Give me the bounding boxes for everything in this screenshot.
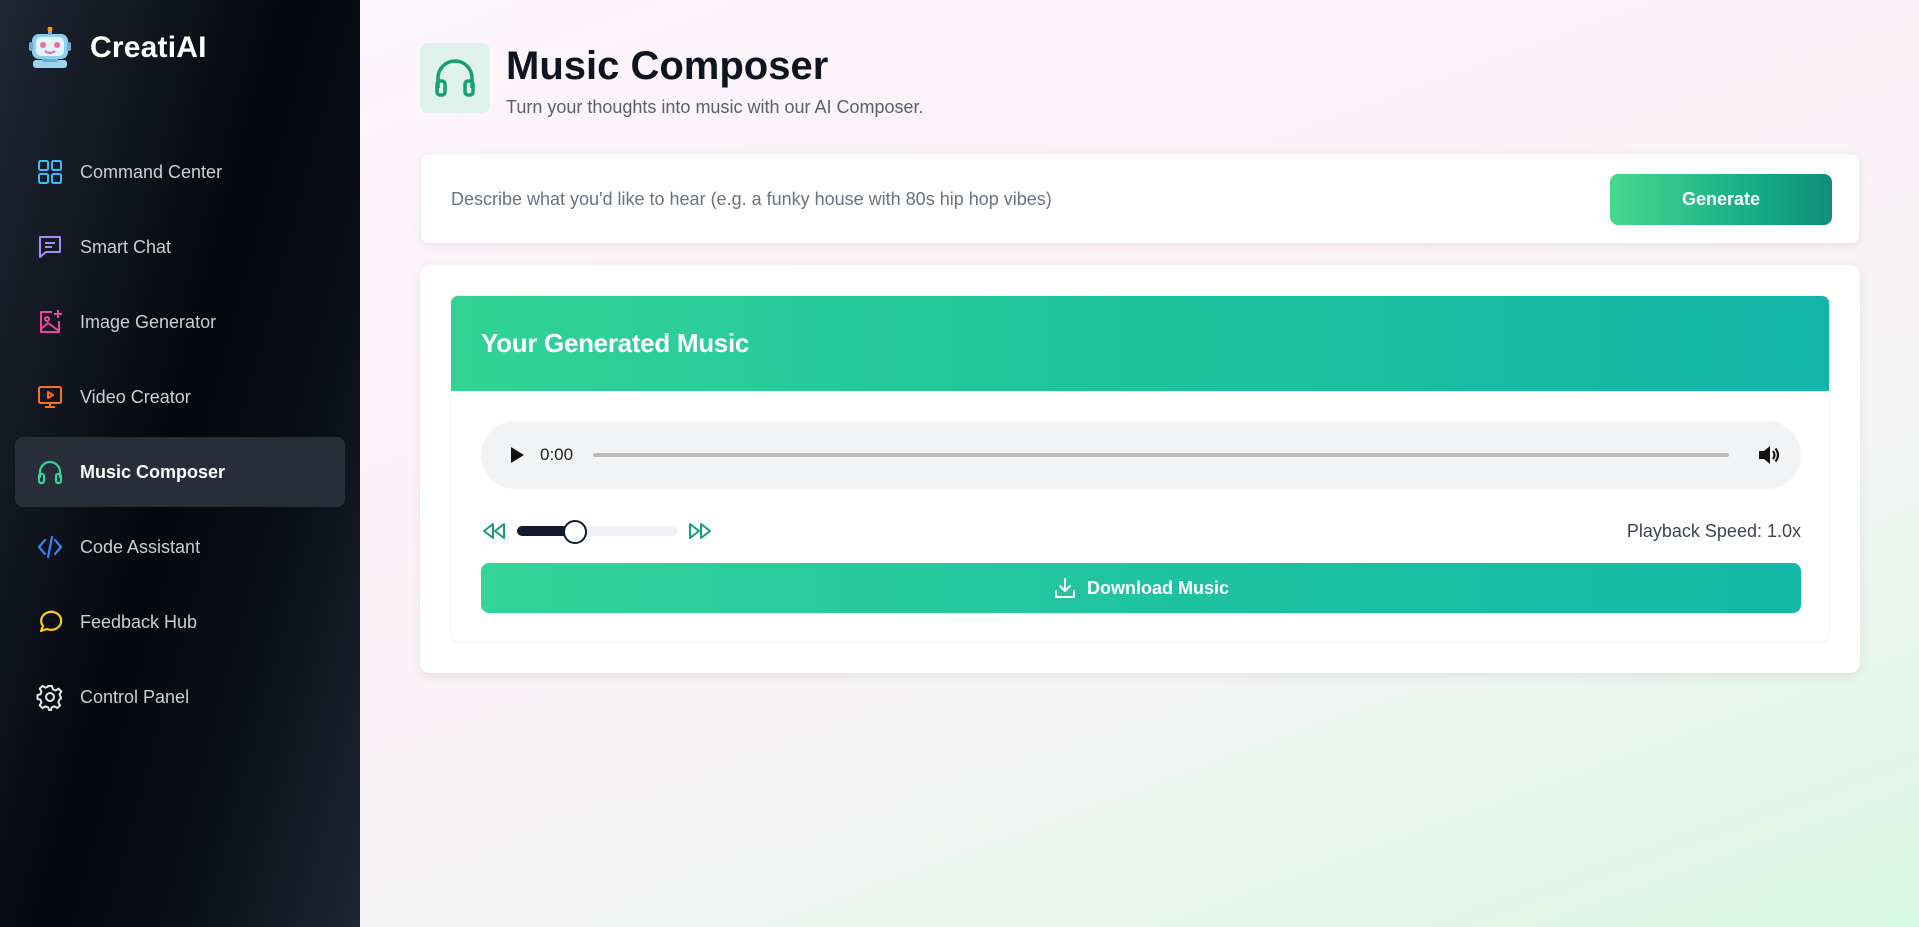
sidebar-item-control-panel[interactable]: Control Panel [15,662,345,732]
playback-controls: Playback Speed: 1.0x [481,516,1801,546]
brand[interactable]: CreatiAI [29,27,207,69]
page-subtitle: Turn your thoughts into music with our A… [506,97,924,117]
current-time: 0:00 [540,445,574,464]
sidebar-nav: Command Center Smart Chat Image Generato… [15,137,345,737]
sidebar-item-feedback-hub[interactable]: Feedback Hub [15,587,345,657]
sidebar-item-label: Image Generator [80,311,217,332]
play-icon[interactable] [503,442,529,468]
download-music-button[interactable]: Download Music [481,563,1801,613]
sidebar-item-video-creator[interactable]: Video Creator [15,362,345,432]
page-header: Music Composer Turn your thoughts into m… [420,43,924,118]
image-plus-icon [35,307,65,337]
rewind-icon[interactable] [481,519,507,543]
speech-bubble-icon [35,607,65,637]
download-icon [1054,578,1075,598]
result-panel: Your Generated Music 0:00 Playback Speed… [450,295,1830,643]
code-icon [35,532,65,562]
sidebar-item-command-center[interactable]: Command Center [15,137,345,207]
sidebar-item-label: Music Composer [80,461,226,482]
volume-icon[interactable] [1755,441,1783,469]
headphones-icon [420,43,490,113]
prompt-input[interactable] [451,180,1601,218]
page-title: Music Composer [506,44,829,88]
audio-progress-bar[interactable] [593,453,1729,457]
video-icon [35,382,65,412]
chat-icon [35,232,65,262]
sidebar-item-label: Control Panel [80,686,190,707]
result-header: Your Generated Music [451,296,1829,391]
generate-button[interactable]: Generate [1610,174,1832,225]
fast-forward-icon[interactable] [687,519,713,543]
sidebar-item-code-assistant[interactable]: Code Assistant [15,512,345,582]
result-title: Your Generated Music [481,328,750,358]
grid-icon [35,157,65,187]
gear-icon [35,682,65,712]
playback-speed-label: Playback Speed: 1.0x [1626,521,1801,541]
sidebar-item-label: Video Creator [80,386,191,407]
speed-slider-thumb[interactable] [562,520,587,544]
sidebar-item-image-generator[interactable]: Image Generator [15,287,345,357]
audio-player: 0:00 [481,421,1801,489]
result-card: Your Generated Music 0:00 Playback Speed… [420,265,1860,673]
robot-icon [29,27,71,68]
headphones-icon [35,457,65,487]
download-label: Download Music [1086,577,1229,598]
sidebar-item-music-composer[interactable]: Music Composer [15,437,345,507]
sidebar-item-label: Code Assistant [80,536,201,557]
sidebar: CreatiAI Command Center Smart Chat Image… [0,0,360,927]
sidebar-item-label: Feedback Hub [80,611,198,632]
main-content: Music Composer Turn your thoughts into m… [360,0,1919,927]
speed-slider[interactable] [517,520,677,544]
app-name: CreatiAI [90,31,207,64]
prompt-card: Generate [420,153,1860,244]
sidebar-item-smart-chat[interactable]: Smart Chat [15,212,345,282]
sidebar-item-label: Smart Chat [80,236,172,257]
sidebar-item-label: Command Center [80,161,223,182]
